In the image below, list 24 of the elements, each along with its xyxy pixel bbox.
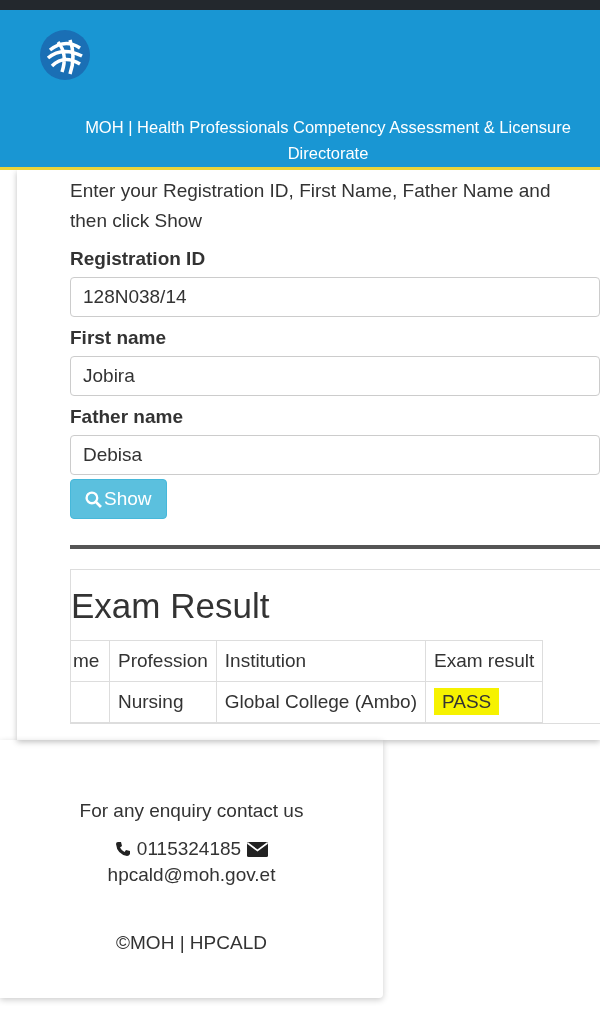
phone-icon	[114, 841, 131, 857]
mail-icon	[247, 841, 269, 857]
column-header: Profession	[109, 640, 217, 682]
field-label: First name	[70, 327, 168, 349]
table-cell: Global College (Ambo)	[224, 691, 417, 712]
copyright-text: ©MOH | HPCALD	[115, 932, 268, 954]
result-title: Exam Result	[71, 586, 271, 626]
instructions-text: Enter your Registration ID, First Name, Father Name and then click Show	[70, 179, 552, 233]
column-header: Exam result	[425, 640, 543, 682]
table-cell: Nursing	[118, 691, 184, 712]
phone-number: 0115324185	[136, 838, 242, 860]
column-header: me	[71, 640, 110, 682]
input-field[interactable]: 128N038/14	[70, 277, 600, 317]
search-icon	[85, 490, 102, 508]
field-label: Father name	[70, 406, 184, 428]
result-badge: PASS	[434, 688, 500, 715]
field-label: Registration ID	[70, 248, 207, 270]
column-header: Institution	[216, 640, 426, 682]
header-title: MOH | Health Professionals Competency Assessment & Licensure Directorate	[84, 117, 572, 164]
input-field[interactable]: Debisa	[70, 435, 600, 475]
input-field[interactable]: Jobira	[70, 356, 600, 396]
email-text: hpcald@moh.gov.et	[106, 864, 277, 886]
enquiry-text: For any enquiry contact us	[78, 800, 305, 822]
logo-icon	[40, 30, 90, 80]
